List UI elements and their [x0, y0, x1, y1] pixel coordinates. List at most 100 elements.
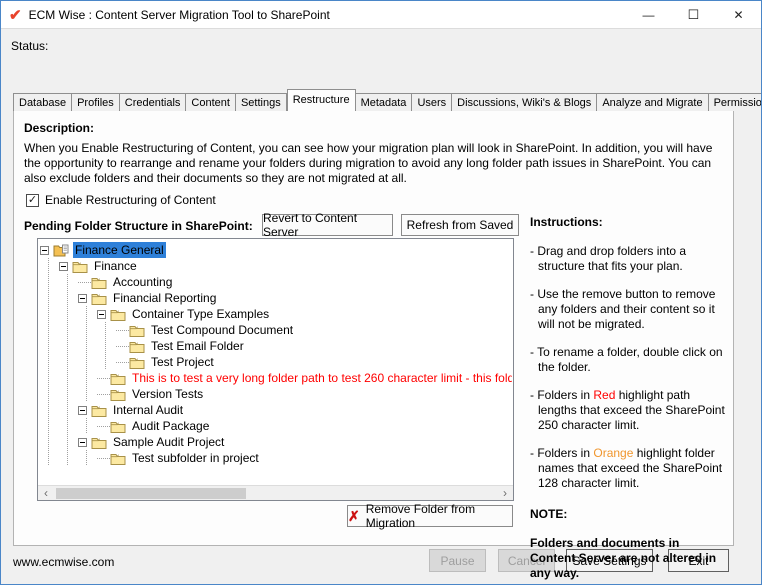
tree-item-accounting[interactable]: Accounting [40, 274, 512, 290]
tree-item-this-is-to-test-a-very-long-folder-path-[interactable]: This is to test a very long folder path … [40, 370, 512, 386]
tree-item-test-email-folder[interactable]: Test Email Folder [40, 338, 512, 354]
window-controls: — ☐ ✕ [626, 1, 761, 29]
tree-item-label[interactable]: Finance [92, 258, 139, 274]
tree-item-finance-general[interactable]: Finance General [40, 242, 512, 258]
tree-item-financial-reporting[interactable]: Financial Reporting [40, 290, 512, 306]
tree-indent-guide [59, 418, 78, 434]
tree-indent-guide [59, 386, 78, 402]
tree-collapse-icon[interactable] [40, 246, 49, 255]
tree-connector [116, 354, 129, 370]
folder-icon [91, 292, 107, 305]
instruction-bullet: - Drag and drop folders into a structure… [530, 244, 726, 274]
tree-item-test-project[interactable]: Test Project [40, 354, 512, 370]
tab-database[interactable]: Database [13, 93, 72, 111]
app-logo-icon: ✔ [9, 6, 22, 24]
tab-settings[interactable]: Settings [236, 93, 287, 111]
tree-item-internal-audit[interactable]: Internal Audit [40, 402, 512, 418]
remove-folder-button[interactable]: ✗ Remove Folder from Migration [347, 505, 513, 527]
tree-item-test-subfolder-in-project[interactable]: Test subfolder in project [40, 450, 512, 466]
enable-restructuring-checkbox[interactable]: ✓ [26, 194, 39, 207]
tab-discussions-wiki-s-blogs[interactable]: Discussions, Wiki's & Blogs [452, 93, 597, 111]
instruction-bullet: - Folders in Red highlight path lengths … [530, 388, 726, 433]
description-title: Description: [24, 121, 94, 135]
tree-item-label[interactable]: Test Project [149, 354, 216, 370]
pause-button: Pause [429, 549, 486, 572]
folder-tree-panel: Finance GeneralFinanceAccountingFinancia… [37, 238, 514, 501]
tree-item-label[interactable]: Sample Audit Project [111, 434, 226, 450]
enable-restructuring-row: ✓ Enable Restructuring of Content [26, 193, 216, 207]
tree-item-label[interactable]: Audit Package [130, 418, 211, 434]
tree-item-label[interactable]: Test Email Folder [149, 338, 246, 354]
scrollbar-thumb[interactable] [56, 488, 246, 499]
tree-item-label[interactable]: Finance General [73, 242, 166, 258]
tab-permissions[interactable]: Permissions [709, 93, 762, 111]
instruction-bullet: - Use the remove button to remove any fo… [530, 287, 726, 332]
remove-folder-label: Remove Folder from Migration [366, 502, 512, 530]
revert-to-content-server-button[interactable]: Revert to Content Server [262, 214, 393, 236]
tree-item-label[interactable]: Accounting [111, 274, 174, 290]
tree-item-test-compound-document[interactable]: Test Compound Document [40, 322, 512, 338]
instruction-bullet: - To rename a folder, double click on th… [530, 345, 726, 375]
scroll-left-icon[interactable]: ‹ [38, 486, 54, 501]
tree-item-version-tests[interactable]: Version Tests [40, 386, 512, 402]
tree-indent-guide [40, 258, 59, 274]
tree-item-label[interactable]: Test Compound Document [149, 322, 295, 338]
tab-credentials[interactable]: Credentials [120, 93, 187, 111]
tree-collapse-icon[interactable] [78, 406, 87, 415]
folder-icon [110, 420, 126, 433]
tab-restructure[interactable]: Restructure [287, 89, 356, 111]
tree-item-audit-package[interactable]: Audit Package [40, 418, 512, 434]
tree-item-container-type-examples[interactable]: Container Type Examples [40, 306, 512, 322]
tree-item-finance[interactable]: Finance [40, 258, 512, 274]
instructions-bullets: - Drag and drop folders into a structure… [530, 244, 726, 491]
tab-profiles[interactable]: Profiles [72, 93, 120, 111]
tree-indent-guide [40, 450, 59, 466]
tree-item-label[interactable]: Financial Reporting [111, 290, 218, 306]
tab-strip: DatabaseProfilesCredentialsContentSettin… [13, 89, 762, 111]
folder-icon [110, 388, 126, 401]
minimize-button[interactable]: — [626, 1, 671, 29]
tab-metadata[interactable]: Metadata [356, 93, 413, 111]
tree-collapse-icon[interactable] [97, 310, 106, 319]
tree-item-label[interactable]: This is to test a very long folder path … [130, 370, 512, 386]
app-window: ✔ ECM Wise : Content Server Migration To… [0, 0, 762, 585]
folder-icon [72, 260, 88, 273]
tree-indent-guide [59, 354, 78, 370]
close-button[interactable]: ✕ [716, 1, 761, 29]
title-bar: ✔ ECM Wise : Content Server Migration To… [1, 1, 761, 29]
folder-icon [91, 404, 107, 417]
tree-indent-guide [40, 274, 59, 290]
scroll-right-icon[interactable]: › [497, 486, 513, 501]
tab-content[interactable]: Content [186, 93, 236, 111]
folder-icon [129, 356, 145, 369]
tree-indent-guide [40, 290, 59, 306]
pending-structure-label: Pending Folder Structure in SharePoint: [24, 219, 253, 233]
folder-icon [129, 340, 145, 353]
tree-indent-guide [78, 370, 97, 386]
tree-connector [97, 450, 110, 466]
tree-collapse-icon[interactable] [59, 262, 68, 271]
status-label: Status: [11, 39, 48, 53]
tree-indent-guide [78, 354, 97, 370]
tree-indent-guide [59, 434, 78, 450]
note-text: Folders and documents in Content Server … [530, 536, 726, 581]
horizontal-scrollbar[interactable]: ‹ › [38, 485, 513, 500]
tree-item-label[interactable]: Version Tests [130, 386, 205, 402]
tree-item-label[interactable]: Test subfolder in project [130, 450, 261, 466]
tree-item-label[interactable]: Container Type Examples [130, 306, 271, 322]
tree-indent-guide [78, 386, 97, 402]
tree-collapse-icon[interactable] [78, 294, 87, 303]
tree-item-sample-audit-project[interactable]: Sample Audit Project [40, 434, 512, 450]
tree-indent-guide [78, 306, 97, 322]
restructure-tab-page: Description: When you Enable Restructuri… [13, 108, 734, 546]
folder-tree: Finance GeneralFinanceAccountingFinancia… [40, 242, 512, 484]
folder-icon [91, 436, 107, 449]
refresh-from-saved-button[interactable]: Refresh from Saved [401, 214, 519, 236]
tree-collapse-icon[interactable] [78, 438, 87, 447]
tree-indent-guide [40, 322, 59, 338]
tree-indent-guide [59, 306, 78, 322]
tab-users[interactable]: Users [412, 93, 452, 111]
tab-analyze-and-migrate[interactable]: Analyze and Migrate [597, 93, 708, 111]
maximize-button[interactable]: ☐ [671, 1, 716, 29]
tree-item-label[interactable]: Internal Audit [111, 402, 185, 418]
